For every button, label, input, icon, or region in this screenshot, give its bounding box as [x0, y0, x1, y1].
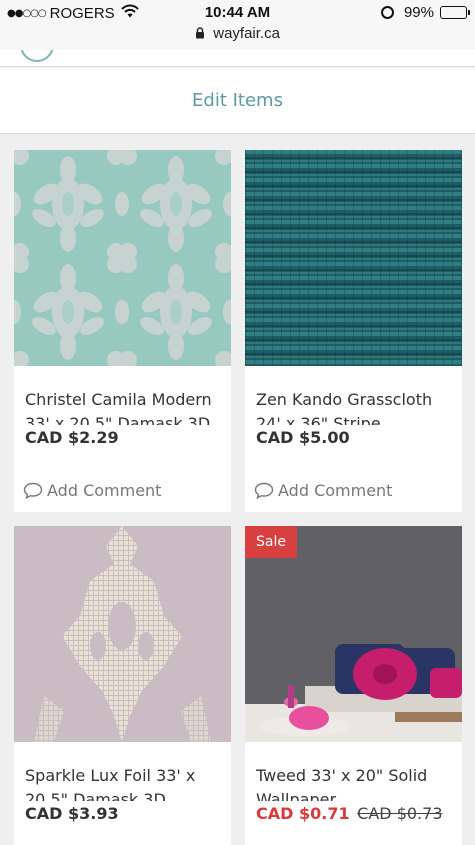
product-title[interactable]: Tweed 33' x 20" Solid Wallpaper — [256, 764, 456, 801]
product-title[interactable]: Christel Camila Modern 33' x 20.5" Damas… — [25, 388, 225, 425]
product-title[interactable]: Zen Kando Grasscloth 24' x 36" Stripe — [256, 388, 456, 425]
edit-items-button[interactable]: Edit Items — [192, 90, 283, 111]
sale-badge: Sale — [245, 526, 297, 558]
product-card[interactable]: Christel Camila Modern 33' x 20.5" Damas… — [14, 150, 231, 512]
product-card[interactable]: Zen Kando Grasscloth 24' x 36" Stripe CA… — [245, 150, 462, 512]
product-image[interactable] — [245, 150, 462, 366]
status-right: 99% — [380, 4, 470, 21]
edit-bar: Edit Items — [0, 68, 475, 134]
comment-icon — [254, 482, 274, 499]
avatar-icon[interactable] — [20, 50, 54, 62]
collapsed-header — [0, 50, 475, 67]
product-price: CAD $0.71 CAD $0.73 — [256, 804, 443, 823]
product-title[interactable]: Sparkle Lux Foil 33' x 20.5" Damask 3D — [25, 764, 225, 801]
address-bar[interactable]: wayfair.ca — [0, 25, 475, 42]
comment-icon — [23, 482, 43, 499]
alarm-icon — [380, 6, 394, 19]
product-price: CAD $5.00 — [256, 428, 350, 447]
product-image[interactable] — [245, 526, 462, 742]
product-image[interactable] — [14, 150, 231, 366]
product-image[interactable] — [14, 526, 231, 742]
original-price: CAD $0.73 — [357, 804, 443, 823]
battery-percent: 99% — [403, 4, 434, 21]
product-card[interactable]: Sale Tweed 33' x 20" Solid Wallpaper CAD… — [245, 526, 462, 845]
url-text: wayfair.ca — [213, 25, 280, 42]
add-comment-label: Add Comment — [278, 481, 393, 500]
battery-icon — [440, 6, 470, 19]
add-comment-button[interactable]: Add Comment — [254, 481, 392, 500]
lock-icon — [195, 25, 213, 42]
add-comment-label: Add Comment — [47, 481, 162, 500]
product-card[interactable]: Sparkle Lux Foil 33' x 20.5" Damask 3D C… — [14, 526, 231, 845]
status-bar: ●●○○○ ROGERS 10:44 AM wayfair.ca 99% — [0, 0, 475, 50]
product-price: CAD $3.93 — [25, 804, 119, 823]
sale-price: CAD $0.71 — [256, 804, 350, 823]
add-comment-button[interactable]: Add Comment — [23, 481, 161, 500]
product-price: CAD $2.29 — [25, 428, 119, 447]
